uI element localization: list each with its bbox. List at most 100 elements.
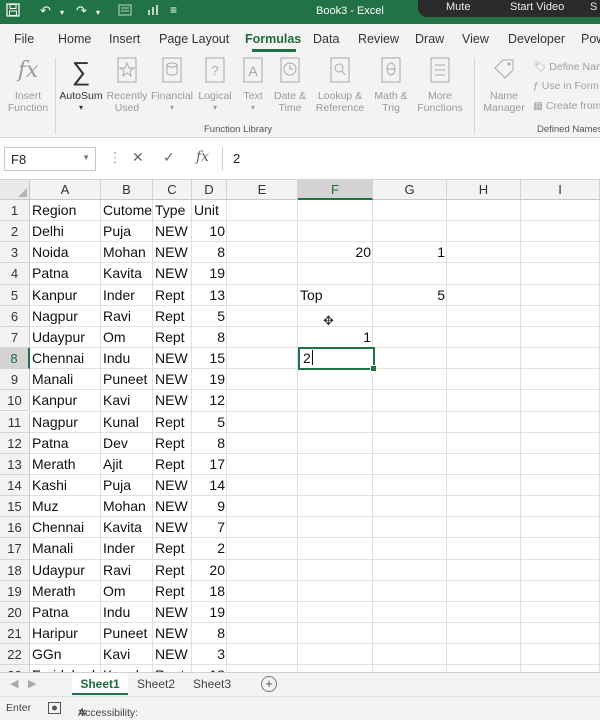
cell-unit[interactable]: 18 <box>192 665 227 672</box>
logical-button[interactable]: ? Logical ▾ <box>195 56 235 114</box>
cell-unit[interactable]: 3 <box>192 644 227 665</box>
cell-unit[interactable]: 20 <box>192 560 227 581</box>
cell-type[interactable]: NEW <box>153 496 192 517</box>
cell-customer[interactable]: Puneet <box>101 369 153 390</box>
column-header-c[interactable]: C <box>153 180 192 200</box>
redo-dropdown-icon[interactable]: ▾ <box>96 8 100 17</box>
active-cell-f8[interactable]: 2 <box>298 347 377 372</box>
column-header-e[interactable]: E <box>227 180 298 200</box>
redo-icon[interactable]: ↷ <box>76 3 87 19</box>
row-header-12[interactable]: 12 <box>0 432 30 454</box>
cell-type[interactable]: NEW <box>153 475 192 496</box>
lookup-reference-button[interactable]: Lookup & Reference <box>310 56 370 114</box>
undo-dropdown-icon[interactable]: ▾ <box>60 8 64 17</box>
cell-type[interactable]: Rept <box>153 560 192 581</box>
start-video-button[interactable]: Start Video <box>510 1 564 13</box>
tab-power[interactable]: Pow <box>581 32 600 46</box>
mute-button[interactable]: Mute <box>446 1 470 13</box>
macro-record-icon[interactable] <box>48 702 61 717</box>
cell-g3[interactable]: 1 <box>373 242 447 263</box>
cell-unit[interactable]: 18 <box>192 581 227 602</box>
cancel-icon[interactable]: ✕ <box>132 149 144 166</box>
cell-f7[interactable]: 1 <box>298 327 373 348</box>
define-name-button[interactable]: 🏷︎ Define Nam <box>533 60 600 73</box>
worksheet-grid[interactable]: ABCDEFGHI 1 2 3 4 5 6 7 8 9 10 11 12 13 14 15 16 17 18 19 2… <box>0 180 600 672</box>
sheet-tab-sheet2[interactable]: Sheet2 <box>130 673 182 695</box>
cell-g5[interactable]: 5 <box>373 285 447 306</box>
name-box[interactable]: F8 ▼ <box>4 147 96 171</box>
insert-function-icon[interactable]: fx <box>196 149 209 165</box>
cell-customer[interactable]: Inder <box>101 538 153 559</box>
header-cell-unit[interactable]: Unit <box>192 200 227 221</box>
cell-type[interactable]: NEW <box>153 348 192 369</box>
row-header-2[interactable]: 2 <box>0 221 30 243</box>
cell-type[interactable]: Rept <box>153 454 192 475</box>
cell-unit[interactable]: 5 <box>192 306 227 327</box>
column-header-g[interactable]: G <box>373 180 447 200</box>
cell-customer[interactable]: Mohan <box>101 242 153 263</box>
share-button[interactable]: S <box>590 1 597 13</box>
financial-button[interactable]: Financial ▾ <box>150 56 194 114</box>
undo-icon[interactable]: ↶ <box>40 3 51 19</box>
cell-type[interactable]: Rept <box>153 306 192 327</box>
column-header-f[interactable]: F <box>298 180 373 200</box>
cell-unit[interactable]: 19 <box>192 602 227 623</box>
tab-formulas[interactable]: Formulas <box>245 32 301 46</box>
cell-type[interactable]: Rept <box>153 581 192 602</box>
row-header-11[interactable]: 11 <box>0 411 30 433</box>
header-cell-type[interactable]: Type <box>153 200 192 221</box>
row-header-10[interactable]: 10 <box>0 390 30 412</box>
enter-icon[interactable]: ✓ <box>163 149 175 166</box>
tab-draw[interactable]: Draw <box>415 32 444 46</box>
cell-customer[interactable]: Kavi <box>101 390 153 411</box>
row-header-20[interactable]: 20 <box>0 601 30 623</box>
cell-type[interactable]: Rept <box>153 665 192 672</box>
name-manager-button[interactable]: Name Manager <box>478 56 530 114</box>
cell-type[interactable]: NEW <box>153 390 192 411</box>
cell-unit[interactable]: 8 <box>192 327 227 348</box>
cell-unit[interactable]: 9 <box>192 496 227 517</box>
cell-customer[interactable]: Om <box>101 581 153 602</box>
create-from-selection-button[interactable]: ▦ Create from <box>533 100 600 112</box>
date-time-button[interactable]: Date & Time <box>270 56 310 114</box>
row-header-14[interactable]: 14 <box>0 474 30 497</box>
cell-customer[interactable]: Kunal <box>101 412 153 433</box>
cell-unit[interactable]: 13 <box>192 285 227 306</box>
column-header-i[interactable]: I <box>521 180 600 200</box>
cell-type[interactable]: NEW <box>153 602 192 623</box>
cell-unit[interactable]: 2 <box>192 538 227 559</box>
cell-type[interactable]: Rept <box>153 433 192 454</box>
row-header-15[interactable]: 15 <box>0 496 30 518</box>
cell-customer[interactable]: Mohan <box>101 496 153 517</box>
row-header-3[interactable]: 3 <box>0 242 30 264</box>
cell-customer[interactable]: Kavita <box>101 517 153 538</box>
cell-customer[interactable]: Ravi <box>101 560 153 581</box>
cell-type[interactable]: NEW <box>153 623 192 644</box>
row-header-6[interactable]: 6 <box>0 305 30 327</box>
cell-customer[interactable]: Kavita <box>101 263 153 284</box>
tab-view[interactable]: View <box>462 32 489 46</box>
select-all-button[interactable] <box>0 180 30 200</box>
column-header-b[interactable]: B <box>101 180 153 200</box>
cell-unit[interactable]: 15 <box>192 348 227 369</box>
cell-unit[interactable]: 7 <box>192 517 227 538</box>
cell-unit[interactable]: 17 <box>192 454 227 475</box>
cell-type[interactable]: Rept <box>153 327 192 348</box>
column-header-d[interactable]: D <box>192 180 227 200</box>
sheet-tab-sheet1[interactable]: Sheet1 <box>72 673 128 695</box>
cell-type[interactable]: NEW <box>153 263 192 284</box>
use-in-formula-button[interactable]: ƒ Use in Form <box>533 80 599 92</box>
scroll-right-icon[interactable]: ▶ <box>28 677 36 690</box>
tab-file[interactable]: File <box>14 32 34 46</box>
insert-function-button[interactable]: fx Insert Function <box>4 56 52 114</box>
row-header-21[interactable]: 21 <box>0 623 30 645</box>
row-header-4[interactable]: 4 <box>0 263 30 285</box>
form-icon[interactable] <box>118 3 132 20</box>
row-header-17[interactable]: 17 <box>0 538 30 560</box>
row-header-16[interactable]: 16 <box>0 517 30 539</box>
row-header-22[interactable]: 22 <box>0 644 30 666</box>
cell-customer[interactable]: Indu <box>101 602 153 623</box>
cell-type[interactable]: NEW <box>153 221 192 242</box>
cell-type[interactable]: Rept <box>153 285 192 306</box>
cell-customer[interactable]: Dev <box>101 433 153 454</box>
